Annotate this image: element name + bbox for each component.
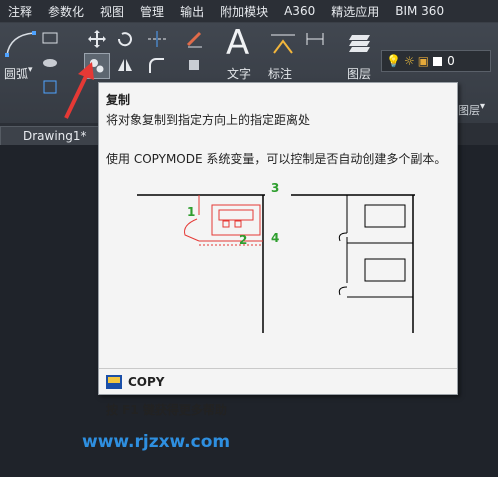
watermark: www.rjzxw.com (82, 432, 231, 452)
menu-item-manage[interactable]: 管理 (132, 3, 172, 20)
copy-tooltip: 复制 将对象复制到指定方向上的指定距离处 使用 COPYMODE 系统变量，可以… (98, 82, 458, 417)
region-icon[interactable] (40, 77, 62, 97)
linear-dimension-icon[interactable] (304, 29, 326, 49)
menu-bar: 注释 参数化 视图 管理 输出 附加模块 A360 精选应用 BIM 360 (0, 0, 498, 23)
tab-drawing1[interactable]: Drawing1* (0, 126, 100, 145)
tooltip-title: 复制 (106, 93, 131, 107)
document-tab-label: Drawing1* (23, 129, 87, 143)
tooltip-divider (99, 368, 457, 369)
step-4-label: 4 (271, 231, 280, 245)
menu-item-view[interactable]: 视图 (92, 3, 132, 20)
arc-label[interactable]: 圆弧 (4, 65, 28, 82)
menu-item-a360[interactable]: A360 (276, 4, 323, 18)
pointer-arrow (64, 62, 94, 119)
step-2-label: 2 (239, 233, 248, 247)
arc-icon[interactable] (4, 29, 38, 59)
menu-item-output[interactable]: 输出 (172, 3, 212, 20)
copy-illustration (137, 194, 415, 333)
text-label[interactable]: 文字 (227, 65, 251, 82)
menu-item-bim360[interactable]: BIM 360 (387, 4, 452, 18)
menu-item-annotate[interactable]: 注释 (0, 3, 40, 20)
tooltip-note: 使用 COPYMODE 系统变量，可以控制是否自动创建多个副本。 (106, 152, 447, 166)
mirror-icon[interactable] (114, 55, 136, 75)
lightbulb-icon: 💡 (386, 54, 401, 68)
layer-value: 0 (447, 54, 455, 68)
hatch-icon[interactable] (40, 53, 62, 73)
step-3-label: 3 (271, 181, 280, 195)
command-name: COPY (128, 375, 165, 389)
layers-label[interactable]: 图层 (347, 65, 371, 82)
menu-item-addins[interactable]: 附加模块 (212, 3, 276, 20)
tooltip-help: 按 F1 键获得更多帮助 (106, 403, 227, 417)
sun-icon: ☼ (403, 54, 415, 68)
text-icon[interactable]: A (226, 23, 249, 63)
arc-dropdown-icon[interactable]: ▾ (28, 65, 33, 75)
color-swatch (433, 56, 443, 66)
command-icon (106, 375, 122, 389)
fillet-icon[interactable] (146, 55, 168, 75)
dimension-icon[interactable] (268, 29, 298, 59)
layer-properties-icon[interactable] (346, 27, 376, 59)
rotate-icon[interactable] (114, 29, 136, 49)
erase-icon[interactable] (184, 29, 206, 49)
move-icon[interactable] (86, 29, 108, 49)
rectangle-icon[interactable] (40, 29, 62, 49)
tooltip-description: 将对象复制到指定方向上的指定距离处 (106, 113, 311, 127)
menu-item-featured-apps[interactable]: 精选应用 (323, 3, 387, 20)
lock-icon: ▣ (417, 54, 430, 68)
dimension-label[interactable]: 标注 (268, 65, 292, 82)
step-1-label: 1 (187, 205, 196, 219)
explode-icon[interactable] (184, 55, 206, 75)
trim-icon[interactable] (146, 29, 168, 49)
layer-dropdown[interactable]: 💡 ☼ ▣ 0 (381, 50, 491, 72)
layer-panel-title[interactable]: 图层 (458, 101, 480, 119)
tooltip-command: COPY (106, 375, 165, 389)
layer-panel-expand-icon[interactable]: ▾ (480, 101, 485, 112)
menu-item-parametric[interactable]: 参数化 (40, 3, 92, 20)
